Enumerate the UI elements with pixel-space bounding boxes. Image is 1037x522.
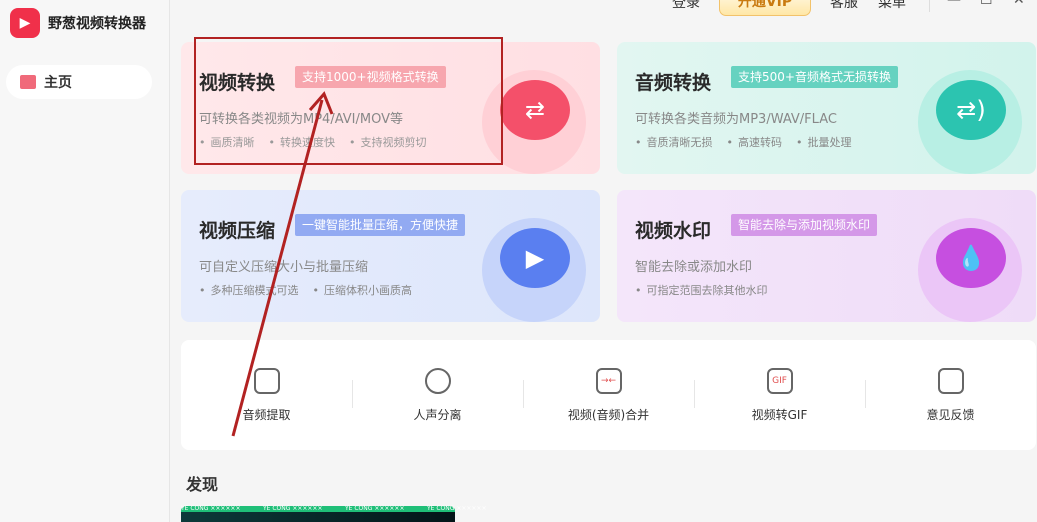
highlight-box bbox=[194, 37, 503, 165]
annotation-overlay bbox=[194, 37, 503, 437]
annotation-arrow bbox=[231, 99, 324, 437]
